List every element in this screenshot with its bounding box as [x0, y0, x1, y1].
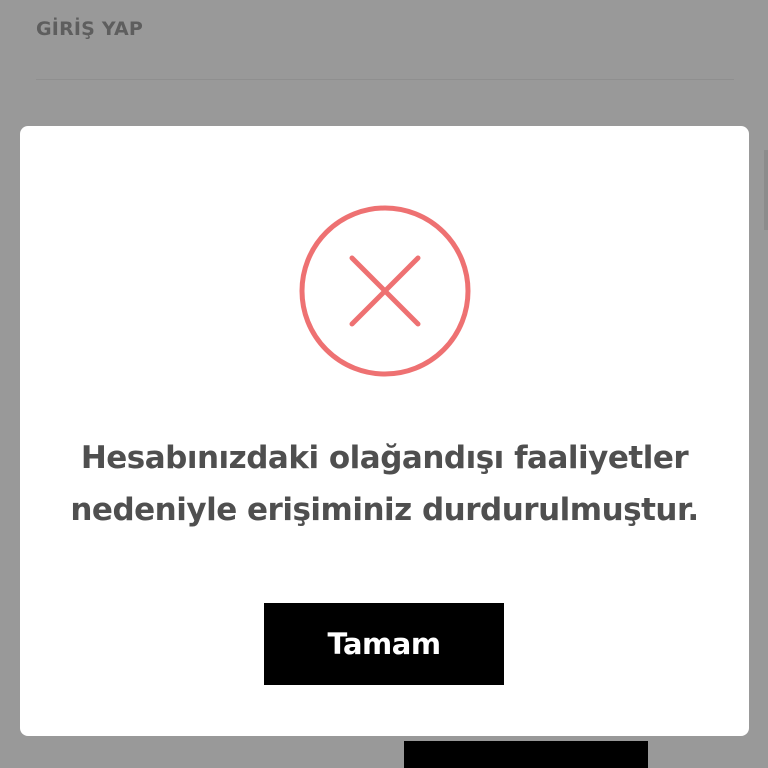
error-message: Hesabınızdaki olağandışı faaliyetler ned…	[40, 432, 729, 536]
scrollbar[interactable]	[764, 150, 768, 230]
login-header[interactable]: GİRİŞ YAP	[36, 18, 143, 40]
ok-button[interactable]: Tamam	[264, 603, 504, 685]
background-submit-button[interactable]	[404, 741, 648, 768]
header-divider	[36, 79, 734, 80]
error-dialog: Hesabınızdaki olağandışı faaliyetler ned…	[20, 126, 749, 736]
error-message-line-2: nedeniyle erişiminiz durdurulmuştur.	[70, 492, 699, 528]
error-x-circle-icon	[299, 205, 471, 377]
error-message-line-1: Hesabınızdaki olağandışı faaliyetler	[80, 440, 689, 476]
